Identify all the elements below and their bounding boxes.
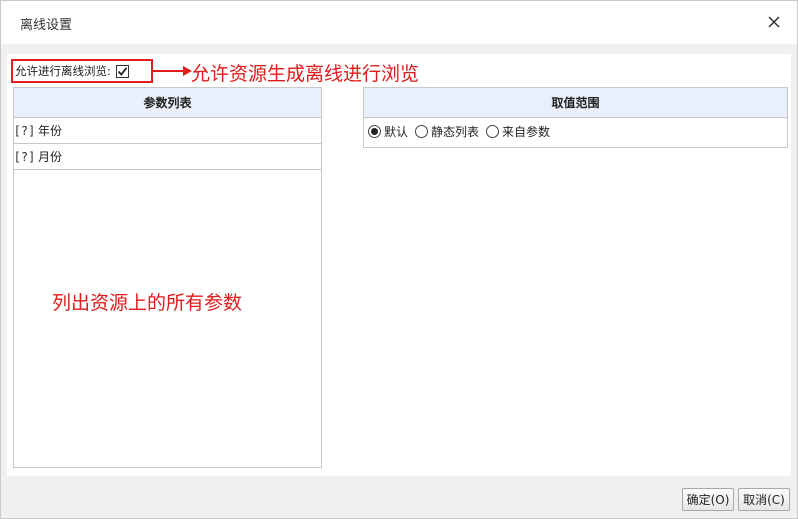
annotation-parameters: 列出资源上的所有参数 <box>52 292 243 314</box>
parameter-label: 年份 <box>38 124 63 138</box>
radio-label: 默认 <box>384 124 409 139</box>
list-item[interactable]: [?] 年份 <box>14 118 321 144</box>
offline-label: 允许进行离线浏览: <box>15 64 111 78</box>
value-range-options: 默认 静态列表 来自参数 <box>364 118 787 144</box>
parameter-label: 月份 <box>38 150 63 164</box>
dialog-content: 允许进行离线浏览: 允许资源生成离线进行浏览 参数列表 [?] 年份 [?] 月… <box>7 54 791 476</box>
title-bar: 离线设置 <box>1 1 797 44</box>
parameter-list-panel: 参数列表 [?] 年份 [?] 月份 <box>13 87 322 468</box>
offline-settings-dialog: 离线设置 允许进行离线浏览: 允许资源生成离线进行浏览 参数列表 [?] 年份 … <box>0 0 798 519</box>
value-range-panel: 取值范围 默认 静态列表 来自参数 <box>363 87 788 148</box>
cancel-button[interactable]: 取消(C) <box>738 488 790 511</box>
offline-checkbox[interactable] <box>115 64 129 78</box>
radio-static-list[interactable]: 静态列表 <box>415 123 479 140</box>
radio-indicator <box>415 124 429 138</box>
radio-label: 来自参数 <box>502 124 551 139</box>
parameter-icon: [?] <box>13 149 36 164</box>
radio-indicator <box>368 124 381 138</box>
radio-from-parameter[interactable]: 来自参数 <box>486 123 550 140</box>
parameter-icon: [?] <box>13 123 36 138</box>
ok-button[interactable]: 确定(O) <box>682 488 734 511</box>
check-icon <box>117 66 128 76</box>
parameter-list-header: 参数列表 <box>14 88 321 118</box>
list-item[interactable]: [?] 月份 <box>14 144 321 170</box>
annotation-offline: 允许资源生成离线进行浏览 <box>191 63 420 85</box>
arrow-icon <box>153 66 192 76</box>
value-range-header: 取值范围 <box>364 88 787 118</box>
radio-label: 静态列表 <box>431 124 480 139</box>
radio-default[interactable]: 默认 <box>368 123 408 140</box>
radio-indicator <box>486 124 500 138</box>
offline-option-row: 允许进行离线浏览: <box>11 59 153 83</box>
close-button[interactable] <box>763 11 785 33</box>
close-icon <box>768 16 780 28</box>
dialog-title: 离线设置 <box>20 18 73 33</box>
